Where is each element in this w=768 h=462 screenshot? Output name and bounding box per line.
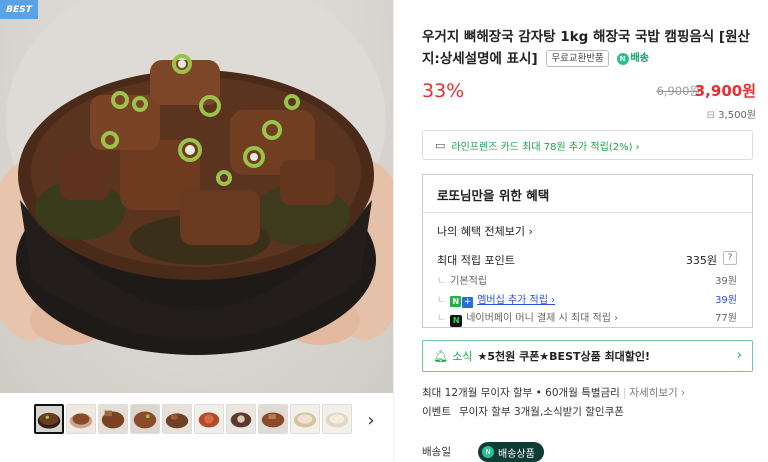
chevron-right-icon: › [736,348,742,363]
membership-points-link[interactable]: 멤버십 추가 적립 › [477,295,555,306]
credit-card-icon: ▭ [435,138,446,152]
thumbnail-1[interactable] [34,404,64,434]
original-price: 6,900원 [656,84,700,98]
panel-divider [393,0,394,462]
shipping-label: 배송일 [422,446,451,458]
point-price-value: 3,500원 [718,110,756,121]
benefits-divider [423,212,752,213]
product-info-panel: 우거지 뼈해장국 감자탕 1kg 해장국 국밥 캠핑음식 [원산지:상세설명에 … [422,0,762,462]
installment-more-link[interactable]: 자세히보기 › [629,387,685,399]
membership-points-value: 39원 [715,295,737,306]
benefits-panel: 로또님만을 위한 혜택 나의 혜택 전체보기 › 최대 적립 포인트 335원 … [422,174,753,328]
thumbnail-6[interactable] [194,404,224,434]
product-title: 우거지 뼈해장국 감자탕 1kg 해장국 국밥 캠핑음식 [원산지:상세설명에 … [422,26,752,70]
card-benefit-banner[interactable]: ▭ 라인프렌즈 카드 최대 78원 추가 적립(2%) › [422,130,753,160]
news-text: ★5천원 쿠폰★BEST상품 최대할인! [477,350,651,363]
n-delivery-icon: N [616,53,629,65]
benefits-header: 로또님만을 위한 혜택 [437,188,550,203]
event-text: 무이자 할부 3개월,소식받기 할인쿠폰 [458,406,624,418]
pay-points-link[interactable]: 네이버페이 머니 결제 시 최대 적립 › [466,313,618,324]
tree-branch-icon: ㄴ [437,295,447,306]
thumbnail-10[interactable] [322,404,352,434]
best-badge: BEST [0,0,38,19]
thumbnail-strip [34,404,352,434]
installment-text: 최대 12개월 무이자 할부 • 60개월 특별금리 [422,387,620,399]
point-price: ⊟ 3,500원 [707,106,756,121]
base-points-label: 기본적립 [450,276,488,287]
divider: | [622,387,627,399]
food-photo [0,0,393,355]
delivery-tag-label: 배송 [630,53,649,64]
installment-info: 최대 12개월 무이자 할부 • 60개월 특별금리 | 자세히보기 › [422,385,685,400]
plus-icon: + [462,297,474,308]
news-label: 소식 [452,350,473,363]
thumbnail-4[interactable] [130,404,160,434]
delivery-tag: N 배송 [616,48,649,70]
thumbnail-3[interactable] [98,404,128,434]
max-points-value: 335원 [685,254,717,267]
naver-pay-icon: N [450,315,463,327]
chevron-right-icon[interactable]: › [362,409,380,431]
thumbnail-8[interactable] [258,404,288,434]
naver-n-icon: N [450,296,462,307]
free-exchange-tag[interactable]: 무료교환반품 [546,50,609,67]
tree-branch-icon: ㄴ [437,276,447,287]
coin-icon: ⊟ [706,110,715,121]
help-icon[interactable]: ? [723,251,737,265]
tree-branch-icon: ㄴ [437,313,447,324]
bell-icon: 🔔︎ [433,349,449,363]
max-points-label: 최대 적립 포인트 [437,254,515,267]
event-info: 이벤트 무이자 할부 3개월,소식받기 할인쿠폰 [422,404,624,419]
shipping-badge[interactable]: N 배송상품 [478,442,544,462]
main-product-image[interactable]: BEST [0,0,393,393]
thumbnail-2[interactable] [66,404,96,434]
thumbnail-9[interactable] [290,404,320,434]
max-points-row: 최대 적립 포인트 335원 ? [437,251,737,268]
news-banner[interactable]: 🔔︎ 소식 ★5천원 쿠폰★BEST상품 최대할인! › [422,340,753,372]
sale-price: 3,900원 [694,82,756,100]
view-all-benefits-link[interactable]: 나의 혜택 전체보기 › [437,223,533,239]
shipping-badge-label: 배송상품 [498,448,535,460]
base-points-value: 39원 [715,276,737,287]
pay-points-row: ㄴ N 네이버페이 머니 결제 시 최대 적립 › 77원 [437,309,737,327]
thumbnail-7[interactable] [226,404,256,434]
base-points-row: ㄴ 기본적립 39원 [437,272,737,287]
membership-points-row: ㄴ N + 멤버십 추가 적립 › 39원 [437,291,737,308]
n-delivery-icon: N [482,446,494,458]
event-label: 이벤트 [422,406,451,418]
thumbnail-5[interactable] [162,404,192,434]
discount-rate: 33% [422,80,465,102]
card-benefit-text: 라인프렌즈 카드 최대 78원 추가 적립(2%) › [451,141,640,153]
pay-points-value: 77원 [715,313,737,324]
product-gallery: BEST › [0,0,393,462]
